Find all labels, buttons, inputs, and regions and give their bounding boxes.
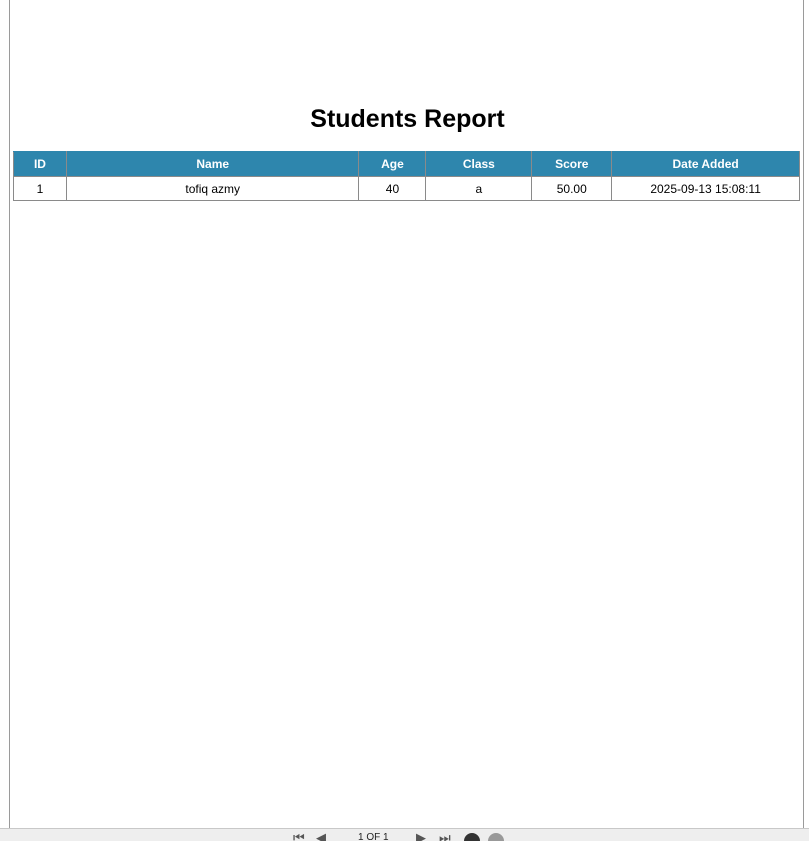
last-page-icon[interactable]: ⏭ — [439, 832, 451, 841]
viewer-toolbar: ⏮ ◀ 1 OF 1 ▶ ⏭ — [0, 828, 809, 841]
page-indicator: 1 OF 1 — [358, 832, 389, 841]
report-title: Students Report — [310, 105, 505, 133]
column-header-date-added: Date Added — [611, 151, 800, 177]
table-row: 1 tofiq azmy 40 a 50.00 2025-09-13 15:08… — [13, 176, 800, 201]
report-viewer: Students Report ID Name Age Class Score … — [0, 0, 809, 841]
column-header-id: ID — [13, 151, 67, 177]
prev-page-icon[interactable]: ◀ — [316, 832, 326, 841]
students-table: ID Name Age Class Score Date Added 1 tof… — [13, 151, 800, 201]
next-page-icon[interactable]: ▶ — [416, 832, 426, 841]
cell-date-added: 2025-09-13 15:08:11 — [611, 176, 800, 201]
table-header-row: ID Name Age Class Score Date Added — [13, 151, 800, 177]
cell-age: 40 — [358, 176, 427, 201]
column-header-score: Score — [531, 151, 613, 177]
column-header-class: Class — [425, 151, 533, 177]
first-page-icon[interactable]: ⏮ — [293, 832, 305, 841]
cell-id: 1 — [13, 176, 67, 201]
download-icon[interactable] — [488, 833, 504, 841]
column-header-name: Name — [65, 151, 360, 177]
cell-class: a — [425, 176, 533, 201]
print-icon[interactable] — [464, 833, 480, 841]
column-header-age: Age — [358, 151, 427, 177]
cell-score: 50.00 — [531, 176, 613, 201]
report-page: Students Report ID Name Age Class Score … — [9, 0, 804, 828]
cell-name: tofiq azmy — [65, 176, 360, 201]
